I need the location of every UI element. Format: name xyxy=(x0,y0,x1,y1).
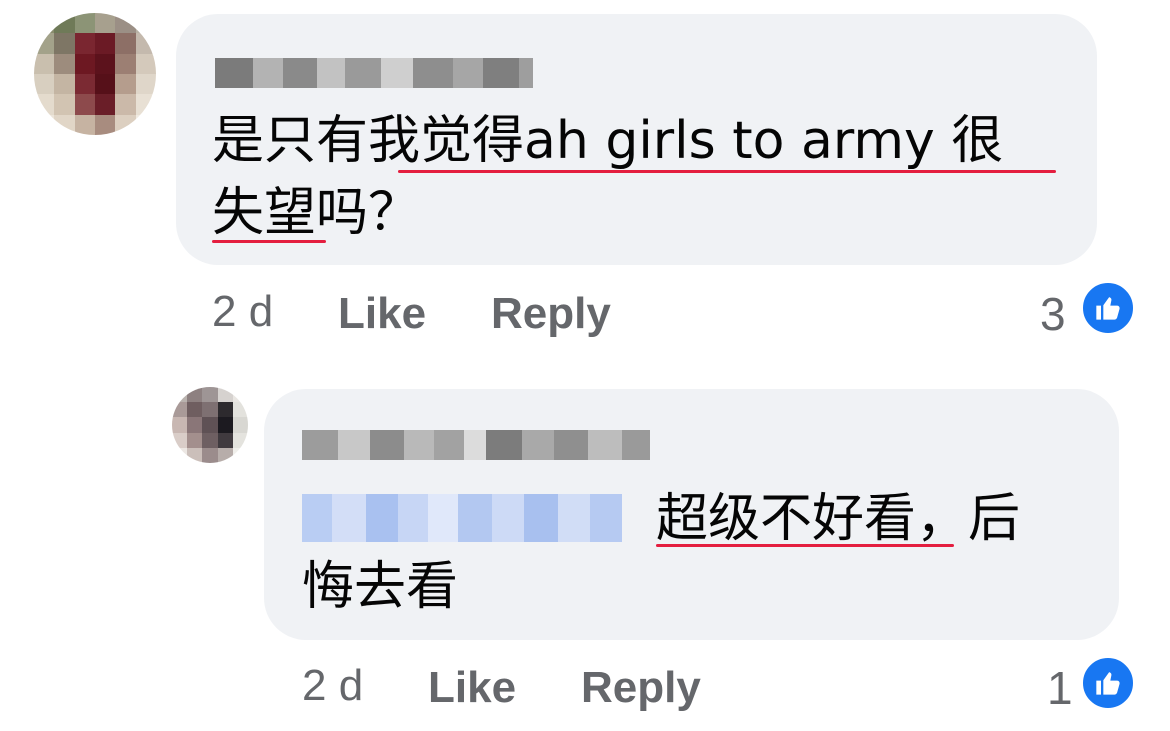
mention-tag-blurred[interactable] xyxy=(302,494,622,542)
avatar-pixel xyxy=(34,33,55,54)
avatar-pixel xyxy=(115,13,136,34)
avatar-pixel xyxy=(34,53,55,74)
avatar-pixel xyxy=(135,114,156,135)
avatar-pixel xyxy=(217,387,233,403)
reaction-count[interactable]: 3 xyxy=(1040,288,1066,340)
like-button[interactable]: Like xyxy=(338,288,426,340)
avatar-pixel xyxy=(172,387,188,403)
reply-button[interactable]: Reply xyxy=(581,662,701,714)
avatar-pixel xyxy=(232,417,248,433)
avatar-pixel xyxy=(115,53,136,74)
timestamp[interactable]: 2 d xyxy=(212,286,273,338)
avatar-pixel xyxy=(217,402,233,418)
avatar-pixel xyxy=(217,417,233,433)
avatar-pixel xyxy=(54,33,75,54)
avatar-pixel xyxy=(172,402,188,418)
avatar-pixel xyxy=(232,447,248,463)
avatar-pixel xyxy=(34,13,55,34)
avatar-pixel xyxy=(34,94,55,115)
avatar-pixel xyxy=(115,33,136,54)
spellcheck-underline xyxy=(212,240,326,243)
spellcheck-underline xyxy=(398,170,1056,173)
avatar-pixel xyxy=(74,74,95,95)
author-name-blurred[interactable] xyxy=(302,430,650,460)
avatar-pixel xyxy=(202,447,218,463)
timestamp[interactable]: 2 d xyxy=(302,660,363,712)
avatar-pixel xyxy=(74,94,95,115)
avatar-pixel xyxy=(202,417,218,433)
avatar-pixel xyxy=(95,74,116,95)
avatar-pixel xyxy=(95,114,116,135)
avatar-pixel xyxy=(135,74,156,95)
reaction-count[interactable]: 1 xyxy=(1047,662,1073,714)
author-name-blurred[interactable] xyxy=(215,58,533,88)
avatar-pixel xyxy=(187,432,203,448)
avatar-pixel xyxy=(232,387,248,403)
avatar-pixel xyxy=(135,53,156,74)
avatar-pixel xyxy=(74,13,95,34)
avatar-pixel xyxy=(135,94,156,115)
avatar-pixel xyxy=(115,74,136,95)
reply-button[interactable]: Reply xyxy=(491,288,611,340)
like-button[interactable]: Like xyxy=(428,662,516,714)
thumbs-up-icon[interactable] xyxy=(1080,655,1136,711)
avatar-pixel xyxy=(115,114,136,135)
avatar-pixel xyxy=(172,432,188,448)
avatar-pixel xyxy=(95,33,116,54)
avatar-pixel xyxy=(34,74,55,95)
avatar-pixel xyxy=(202,432,218,448)
avatar-pixel xyxy=(54,13,75,34)
avatar-pixel xyxy=(54,74,75,95)
avatar-pixel xyxy=(172,417,188,433)
thumbs-up-icon[interactable] xyxy=(1080,280,1136,336)
avatar-pixel xyxy=(54,94,75,115)
avatar-pixel xyxy=(135,13,156,34)
avatar-pixel xyxy=(172,447,188,463)
comment-text-line: 失望吗？ xyxy=(212,183,421,243)
spellcheck-underline xyxy=(656,544,954,547)
avatar-pixel xyxy=(187,402,203,418)
avatar-pixel xyxy=(217,447,233,463)
comment-text-line: 是只有我觉得ah girls to army 很 xyxy=(212,111,1004,171)
avatar-pixel xyxy=(54,53,75,74)
avatar-pixel xyxy=(135,33,156,54)
avatar-pixel xyxy=(202,402,218,418)
avatar[interactable] xyxy=(172,387,248,463)
avatar-pixel xyxy=(115,94,136,115)
avatar-pixel xyxy=(54,114,75,135)
avatar-pixel xyxy=(74,53,95,74)
avatar-pixel xyxy=(95,13,116,34)
avatar-pixel xyxy=(74,33,95,54)
avatar-pixel xyxy=(187,417,203,433)
avatar-pixel xyxy=(74,114,95,135)
avatar-pixel xyxy=(34,114,55,135)
avatar[interactable] xyxy=(34,13,156,135)
avatar-pixel xyxy=(187,447,203,463)
avatar-pixel xyxy=(95,53,116,74)
avatar-pixel xyxy=(232,402,248,418)
avatar-pixel xyxy=(202,387,218,403)
comment-text-line: 悔去看 xyxy=(302,557,459,617)
avatar-pixel xyxy=(187,387,203,403)
avatar-pixel xyxy=(95,94,116,115)
avatar-pixel xyxy=(217,432,233,448)
avatar-pixel xyxy=(232,432,248,448)
